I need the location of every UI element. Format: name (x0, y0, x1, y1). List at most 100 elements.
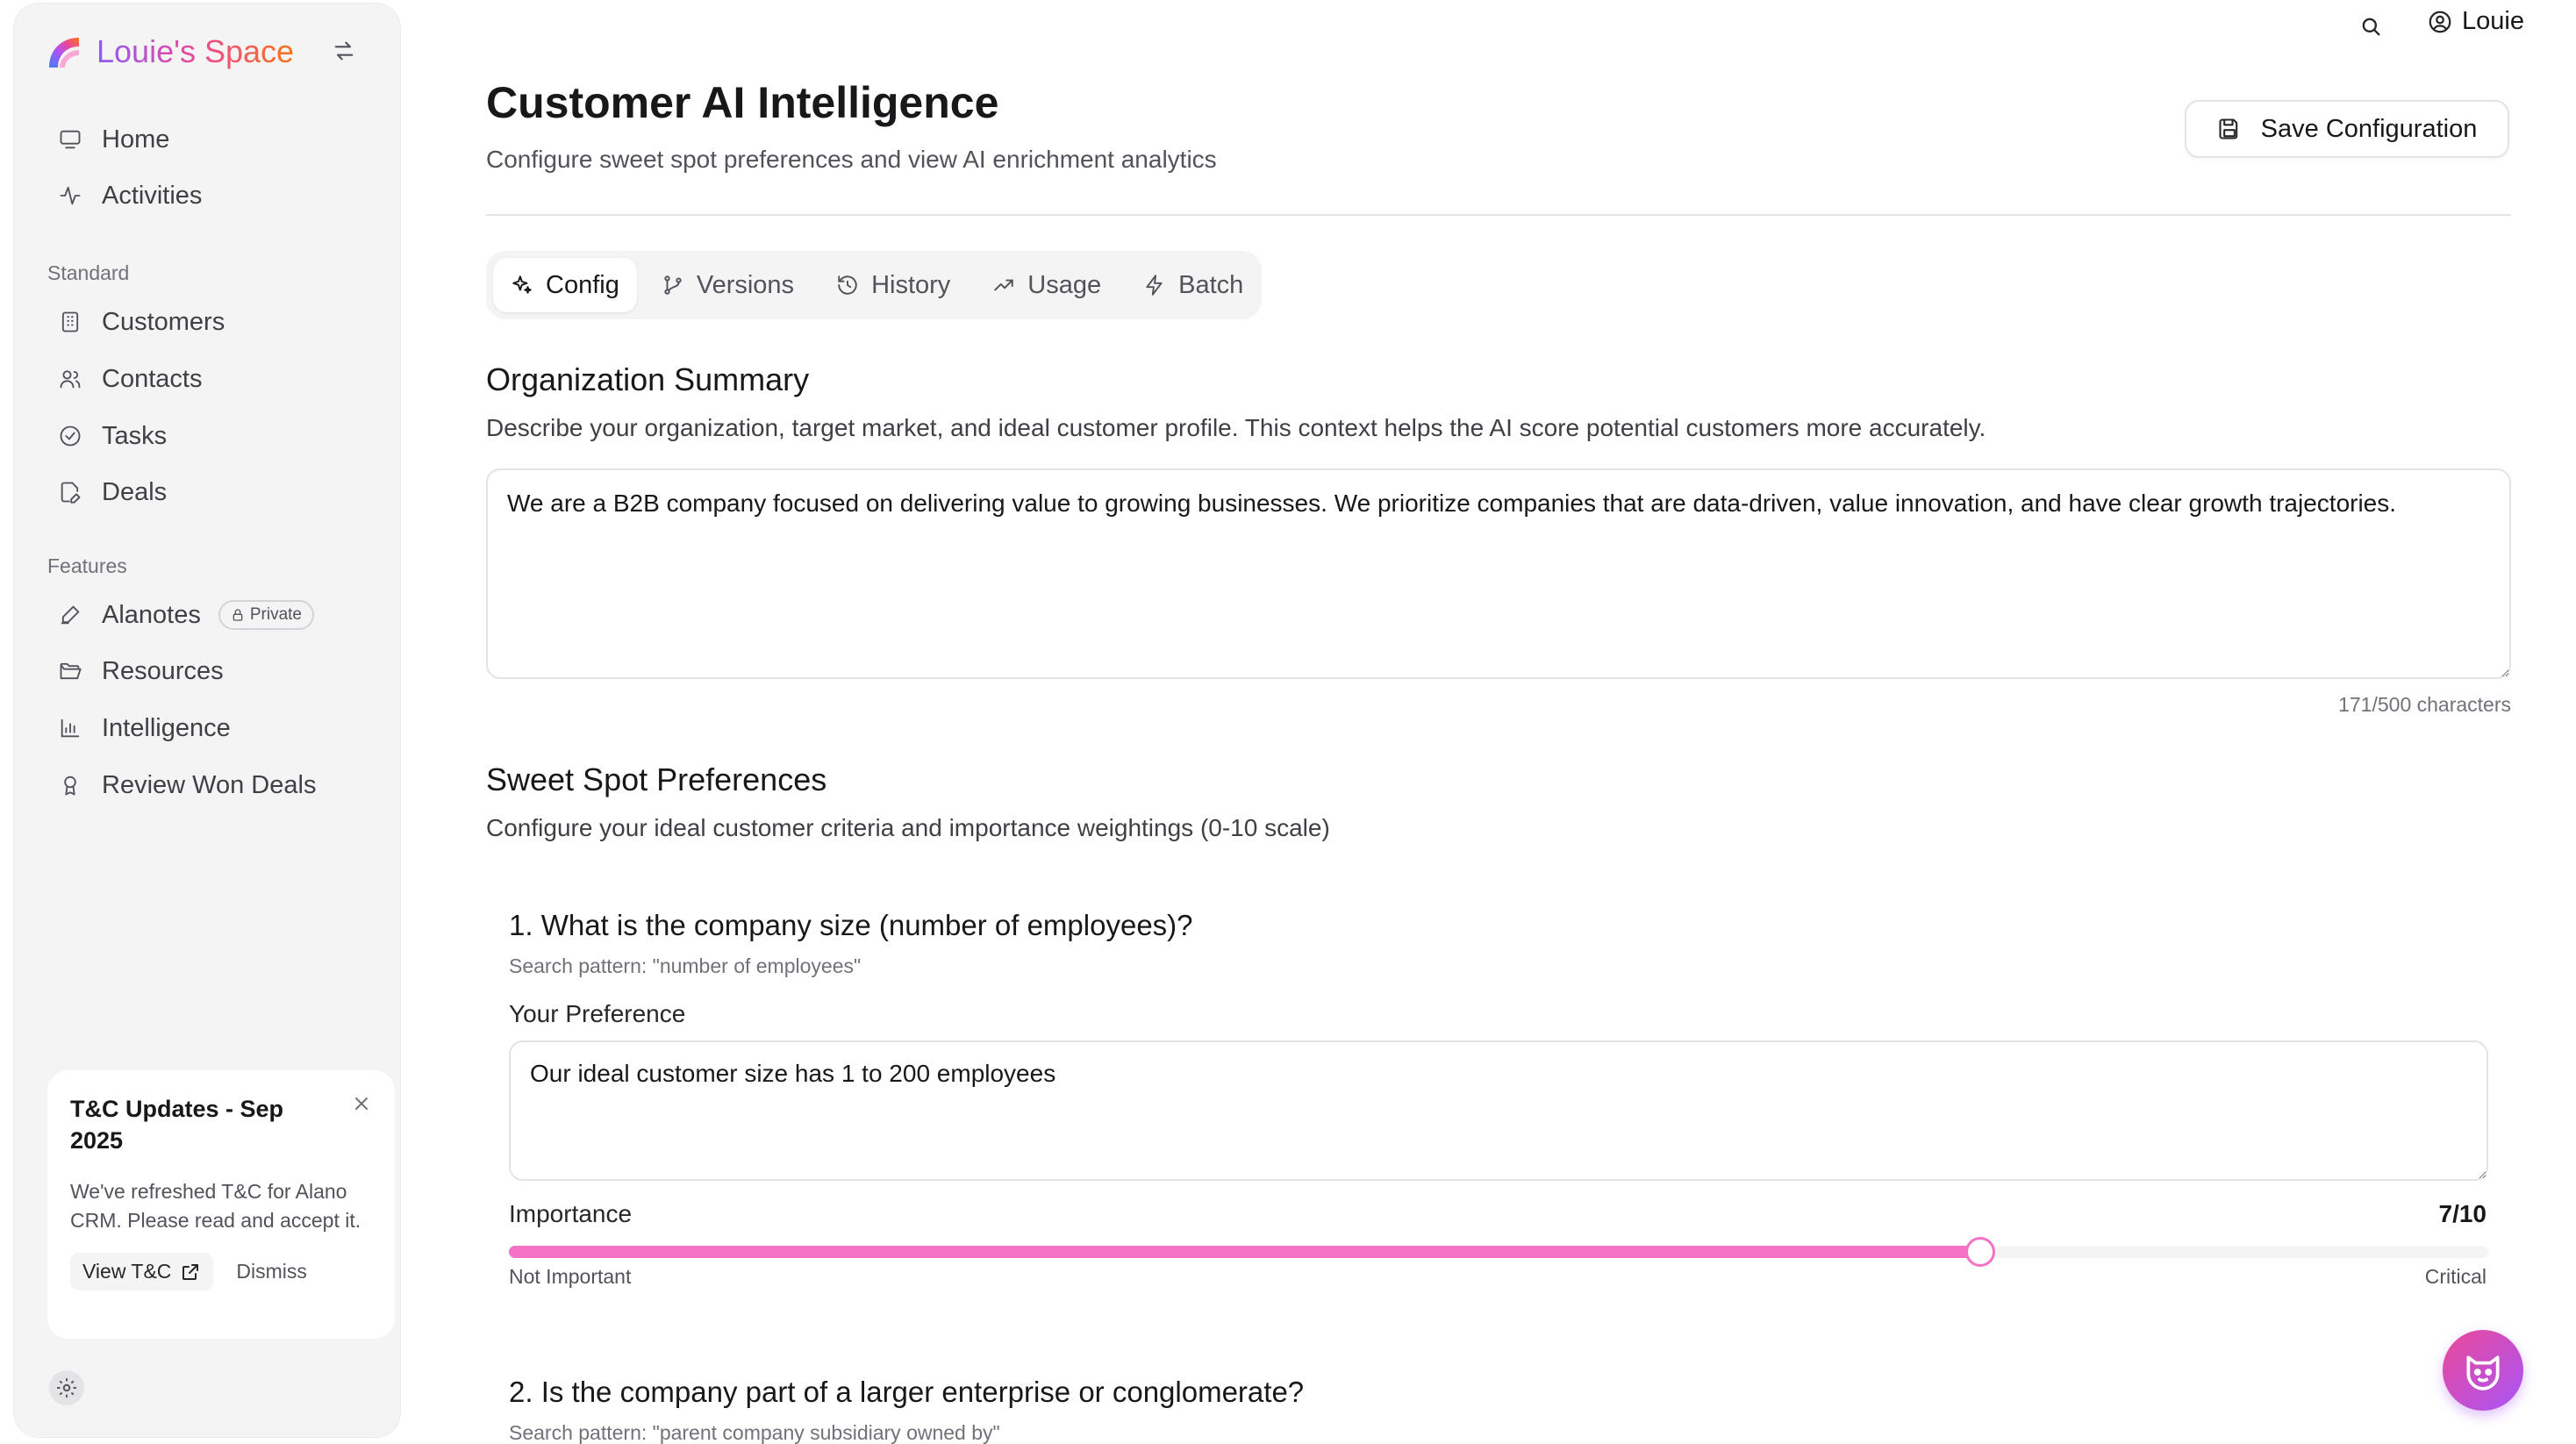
sidebar-item-deals[interactable]: Deals (42, 468, 384, 516)
search-pattern: Search pattern: "number of employees" (509, 954, 862, 977)
importance-label: Importance (509, 1200, 633, 1227)
monitor-icon (60, 130, 81, 149)
cat-face-icon (2466, 1355, 2500, 1390)
importance-slider[interactable] (509, 1237, 2488, 1267)
user-menu[interactable]: Louie (2427, 7, 2524, 36)
tab-label: Batch (1178, 270, 1244, 299)
page-title: Customer AI Intelligence (486, 78, 999, 127)
sidebar-toggle-button[interactable] (330, 37, 358, 65)
gear-icon (57, 1378, 76, 1398)
lightning-icon (1146, 275, 1163, 296)
importance-slider-thumb[interactable] (1964, 1237, 1995, 1267)
building-icon (61, 311, 79, 332)
question-title: 2. Is the company part of a larger enter… (509, 1376, 1305, 1408)
header-divider (486, 214, 2511, 216)
org-summary-heading: Organization Summary (486, 361, 810, 397)
award-icon (64, 776, 76, 796)
brand[interactable]: Louie's Space (46, 33, 294, 70)
trending-up-icon (994, 279, 1014, 291)
search-icon (2362, 18, 2380, 36)
sidebar-item-tasks[interactable]: Tasks (42, 412, 384, 460)
external-link-icon (182, 1263, 199, 1280)
save-configuration-button[interactable]: Save Configuration (2185, 100, 2509, 158)
assistant-chat-button[interactable] (2443, 1330, 2523, 1411)
tab-label: History (871, 270, 951, 299)
sidebar-item-alanotes[interactable]: Alanotes Private (42, 591, 384, 639)
brand-name: Louie's Space (97, 33, 295, 69)
save-configuration-label: Save Configuration (2260, 114, 2478, 143)
search-pattern: Search pattern: "parent company subsidia… (509, 1421, 1000, 1444)
preference-label: Your Preference (509, 1000, 686, 1027)
tab-batch[interactable]: Batch (1126, 258, 1261, 312)
swap-arrows-icon (334, 41, 354, 61)
preference-textarea[interactable] (509, 1040, 2488, 1181)
char-count: 171/500 characters (2338, 693, 2511, 716)
history-icon (838, 275, 857, 295)
sidebar-item-label: Intelligence (102, 713, 231, 742)
org-summary-textarea[interactable] (486, 468, 2511, 679)
sidebar-item-customers[interactable]: Customers (42, 298, 384, 346)
tab-label: Versions (696, 270, 795, 299)
org-summary-description: Describe your organization, target marke… (486, 414, 1986, 441)
sidebar-item-review-won-deals[interactable]: Review Won Deals (42, 761, 384, 809)
tc-update-card: T&C Updates - Sep 2025 We've refreshed T… (47, 1070, 395, 1339)
bar-chart-icon (61, 718, 80, 738)
close-icon[interactable] (351, 1093, 372, 1114)
importance-slider-fill (509, 1246, 1980, 1258)
document-edit-icon (61, 482, 81, 504)
page-subtitle: Configure sweet spot preferences and vie… (486, 146, 1217, 173)
activity-icon (60, 186, 81, 205)
sidebar-item-label: Deals (102, 477, 168, 506)
search-button[interactable] (2353, 9, 2388, 44)
private-badge-label: Private (249, 605, 302, 624)
users-icon (60, 370, 81, 389)
tab-bar: Config Versions History Usage Batch (486, 251, 1262, 319)
sidebar-item-label: Contacts (102, 364, 203, 393)
tab-label: Usage (1027, 270, 1102, 299)
sidebar-item-label: Resources (102, 656, 224, 685)
tab-history[interactable]: History (819, 258, 968, 312)
question-title: 1. What is the company size (number of e… (509, 909, 1193, 941)
sidebar: Louie's Space Home Activities Standard C… (14, 4, 400, 1437)
importance-value: 7/10 (2438, 1200, 2487, 1227)
settings-button[interactable] (49, 1370, 84, 1405)
sidebar-item-home[interactable]: Home (42, 116, 384, 163)
sidebar-item-activities[interactable]: Activities (42, 172, 384, 219)
sidebar-item-contacts[interactable]: Contacts (42, 355, 384, 403)
tab-config[interactable]: Config (493, 258, 637, 312)
sidebar-item-label: Tasks (102, 421, 168, 450)
tab-label: Config (546, 270, 619, 299)
sidebar-item-label: Review Won Deals (102, 770, 317, 799)
sweet-spot-description: Configure your ideal customer criteria a… (486, 814, 1330, 841)
rainbow-logo-icon (49, 38, 79, 68)
sidebar-item-resources[interactable]: Resources (42, 647, 384, 695)
check-circle-icon (60, 425, 81, 447)
user-circle-icon (2429, 11, 2451, 32)
lock-icon (233, 609, 243, 621)
sparkles-icon (512, 275, 532, 294)
sweet-spot-heading: Sweet Spot Preferences (486, 761, 827, 797)
sidebar-item-label: Customers (102, 307, 225, 336)
sidebar-item-intelligence[interactable]: Intelligence (42, 704, 384, 752)
user-name: Louie (2462, 7, 2524, 35)
sidebar-item-label: Home (102, 125, 170, 154)
git-branch-icon (664, 275, 682, 295)
private-badge: Private (218, 600, 314, 630)
tc-title: T&C Updates - Sep 2025 (70, 1096, 284, 1154)
sidebar-item-label: Activities (102, 181, 203, 210)
tc-actions: View T&C Dismiss (70, 1253, 372, 1290)
tab-versions[interactable]: Versions (644, 258, 812, 312)
slider-max-label: Critical (2424, 1265, 2487, 1288)
sidebar-item-label: Alanotes (102, 600, 201, 629)
section-label-features: Features (47, 554, 127, 577)
tab-usage[interactable]: Usage (975, 258, 1119, 312)
folder-open-icon (60, 662, 82, 680)
view-tc-label: View T&C (82, 1260, 172, 1283)
view-tc-button[interactable]: View T&C (70, 1253, 214, 1290)
save-icon (2219, 118, 2237, 139)
slider-min-label: Not Important (509, 1265, 632, 1288)
dismiss-button[interactable]: Dismiss (236, 1260, 307, 1283)
section-label-standard: Standard (47, 261, 130, 284)
tc-body: We've refreshed T&C for Alano CRM. Pleas… (70, 1180, 361, 1232)
pen-icon (61, 605, 80, 625)
